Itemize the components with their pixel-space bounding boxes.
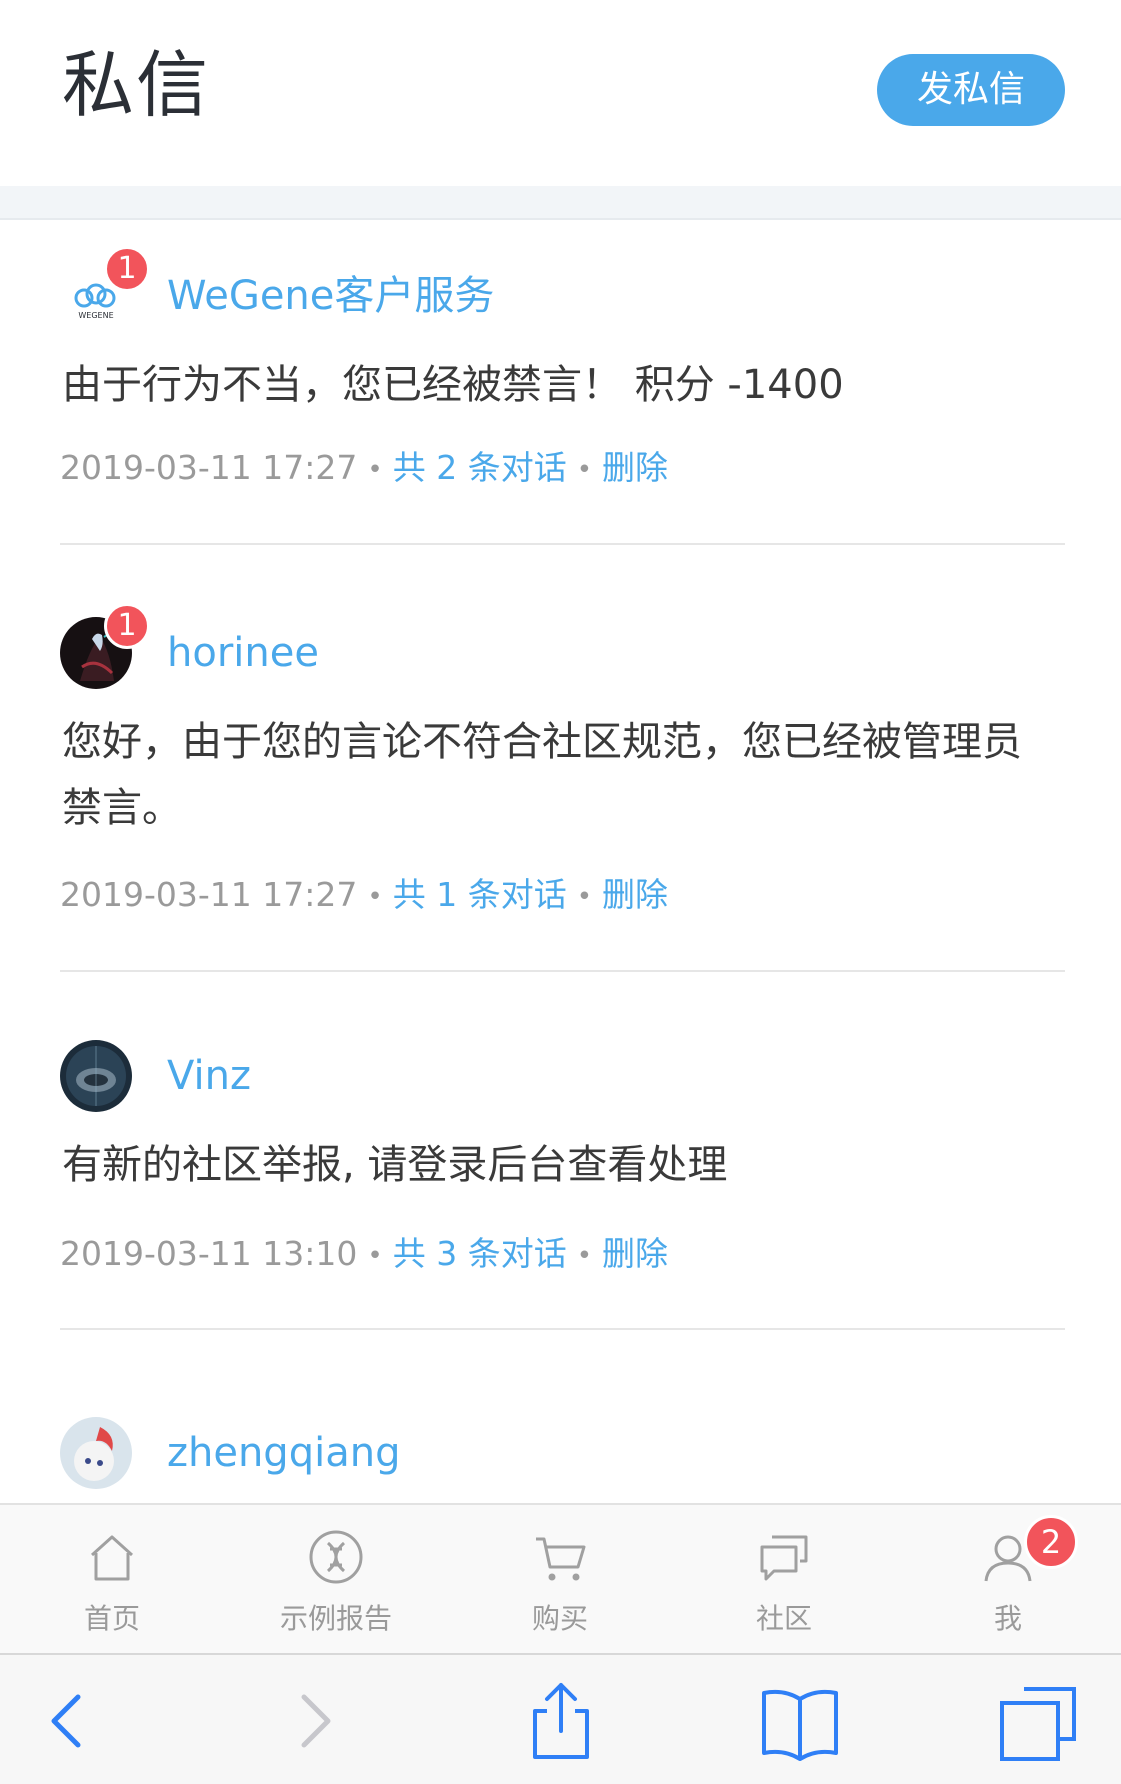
bookmarks-icon[interactable] bbox=[760, 1679, 840, 1763]
tab-me[interactable]: 2 我 bbox=[896, 1505, 1120, 1655]
bottom-tab-bar: 首页 示例报告 购买 社区 2 我 bbox=[0, 1503, 1121, 1653]
message-preview[interactable]: 由于行为不当，您已经被禁言！ 积分 -1400 bbox=[62, 352, 1062, 418]
sender-name[interactable]: horinee bbox=[167, 627, 319, 679]
message-list: WEGENE 1 WeGene客户服务 由于行为不当，您已经被禁言！ 积分 -1… bbox=[0, 220, 1121, 1503]
meta-separator: • bbox=[576, 454, 593, 485]
message-header: Vinz bbox=[60, 1040, 1060, 1116]
sender-name[interactable]: WeGene客户服务 bbox=[167, 270, 494, 322]
tab-label: 社区 bbox=[755, 1602, 812, 1635]
meta-separator: • bbox=[367, 454, 383, 485]
message-header: 1 horinee bbox=[60, 603, 1060, 693]
conversation-count-link[interactable]: 共 3 条对话 bbox=[393, 1234, 567, 1273]
conversation-count-link[interactable]: 共 2 条对话 bbox=[393, 448, 567, 487]
tab-badge: 2 bbox=[1024, 1515, 1078, 1569]
tab-label: 示例报告 bbox=[279, 1602, 392, 1635]
tab-label: 我 bbox=[993, 1602, 1022, 1635]
dark-emblem-avatar-icon bbox=[60, 1040, 132, 1112]
share-icon[interactable] bbox=[521, 1679, 601, 1763]
avatar[interactable] bbox=[60, 1040, 132, 1112]
avatar[interactable] bbox=[60, 1417, 132, 1489]
meta-separator: • bbox=[367, 1240, 383, 1271]
tab-sample-report[interactable]: 示例报告 bbox=[224, 1505, 448, 1655]
cartoon-avatar-icon bbox=[60, 1417, 132, 1489]
meta-separator: • bbox=[576, 881, 593, 912]
cart-icon bbox=[536, 1537, 586, 1581]
message-header: WEGENE 1 WeGene客户服务 bbox=[60, 246, 1060, 336]
message-meta: 2019-03-11 17:27 • 共 1 条对话 • 删除 bbox=[60, 873, 668, 919]
back-icon[interactable] bbox=[28, 1679, 108, 1763]
page-title: 私信 bbox=[62, 43, 211, 127]
meta-separator: • bbox=[576, 1240, 593, 1271]
message-item[interactable]: WEGENE 1 WeGene客户服务 由于行为不当，您已经被禁言！ 积分 -1… bbox=[0, 246, 1121, 545]
divider bbox=[60, 543, 1065, 545]
message-preview[interactable]: 有新的社区举报, 请登录后台查看处理 bbox=[62, 1132, 1062, 1198]
message-item[interactable]: 1 horinee 您好，由于您的言论不符合社区规范，您已经被管理员禁言。 20… bbox=[0, 603, 1121, 972]
message-preview[interactable]: 您好，由于您的言论不符合社区规范，您已经被管理员禁言。 bbox=[62, 709, 1052, 841]
message-item[interactable]: Vinz 有新的社区举报, 请登录后台查看处理 2019-03-11 13:10… bbox=[0, 1040, 1121, 1330]
unread-badge: 1 bbox=[104, 246, 150, 292]
message-item[interactable]: zhengqiang bbox=[0, 1417, 1121, 1503]
conversation-count-link[interactable]: 共 1 条对话 bbox=[393, 875, 567, 914]
sender-name[interactable]: zhengqiang bbox=[167, 1427, 400, 1479]
tab-community[interactable]: 社区 bbox=[672, 1505, 896, 1655]
tab-label: 购买 bbox=[531, 1602, 588, 1635]
browser-toolbar bbox=[0, 1653, 1121, 1784]
home-icon bbox=[90, 1535, 134, 1581]
divider bbox=[60, 970, 1065, 972]
message-meta: 2019-03-11 17:27 • 共 2 条对话 • 删除 bbox=[60, 446, 668, 492]
message-time: 2019-03-11 13:10 bbox=[60, 1234, 358, 1273]
message-time: 2019-03-11 17:27 bbox=[60, 875, 358, 914]
unread-badge: 1 bbox=[104, 603, 150, 649]
chat-bubbles-icon bbox=[760, 1535, 808, 1581]
tabs-icon[interactable] bbox=[998, 1679, 1078, 1763]
section-separator bbox=[0, 186, 1121, 220]
delete-link[interactable]: 删除 bbox=[602, 1234, 668, 1273]
compose-message-button[interactable]: 发私信 bbox=[877, 54, 1065, 126]
forward-icon[interactable] bbox=[274, 1679, 354, 1763]
message-meta: 2019-03-11 13:10 • 共 3 条对话 • 删除 bbox=[60, 1232, 668, 1278]
divider bbox=[60, 1328, 1065, 1330]
dna-icon bbox=[309, 1530, 363, 1584]
message-header: zhengqiang bbox=[60, 1417, 1060, 1493]
sender-name[interactable]: Vinz bbox=[167, 1050, 251, 1102]
avatar-logo-text: WEGENE bbox=[78, 311, 113, 320]
tab-buy[interactable]: 购买 bbox=[448, 1505, 672, 1655]
page-header: 私信 发私信 bbox=[0, 0, 1121, 186]
delete-link[interactable]: 删除 bbox=[602, 448, 668, 487]
message-time: 2019-03-11 17:27 bbox=[60, 448, 358, 487]
meta-separator: • bbox=[367, 881, 383, 912]
delete-link[interactable]: 删除 bbox=[602, 875, 668, 914]
tab-home[interactable]: 首页 bbox=[0, 1505, 224, 1655]
tab-label: 首页 bbox=[83, 1602, 140, 1635]
